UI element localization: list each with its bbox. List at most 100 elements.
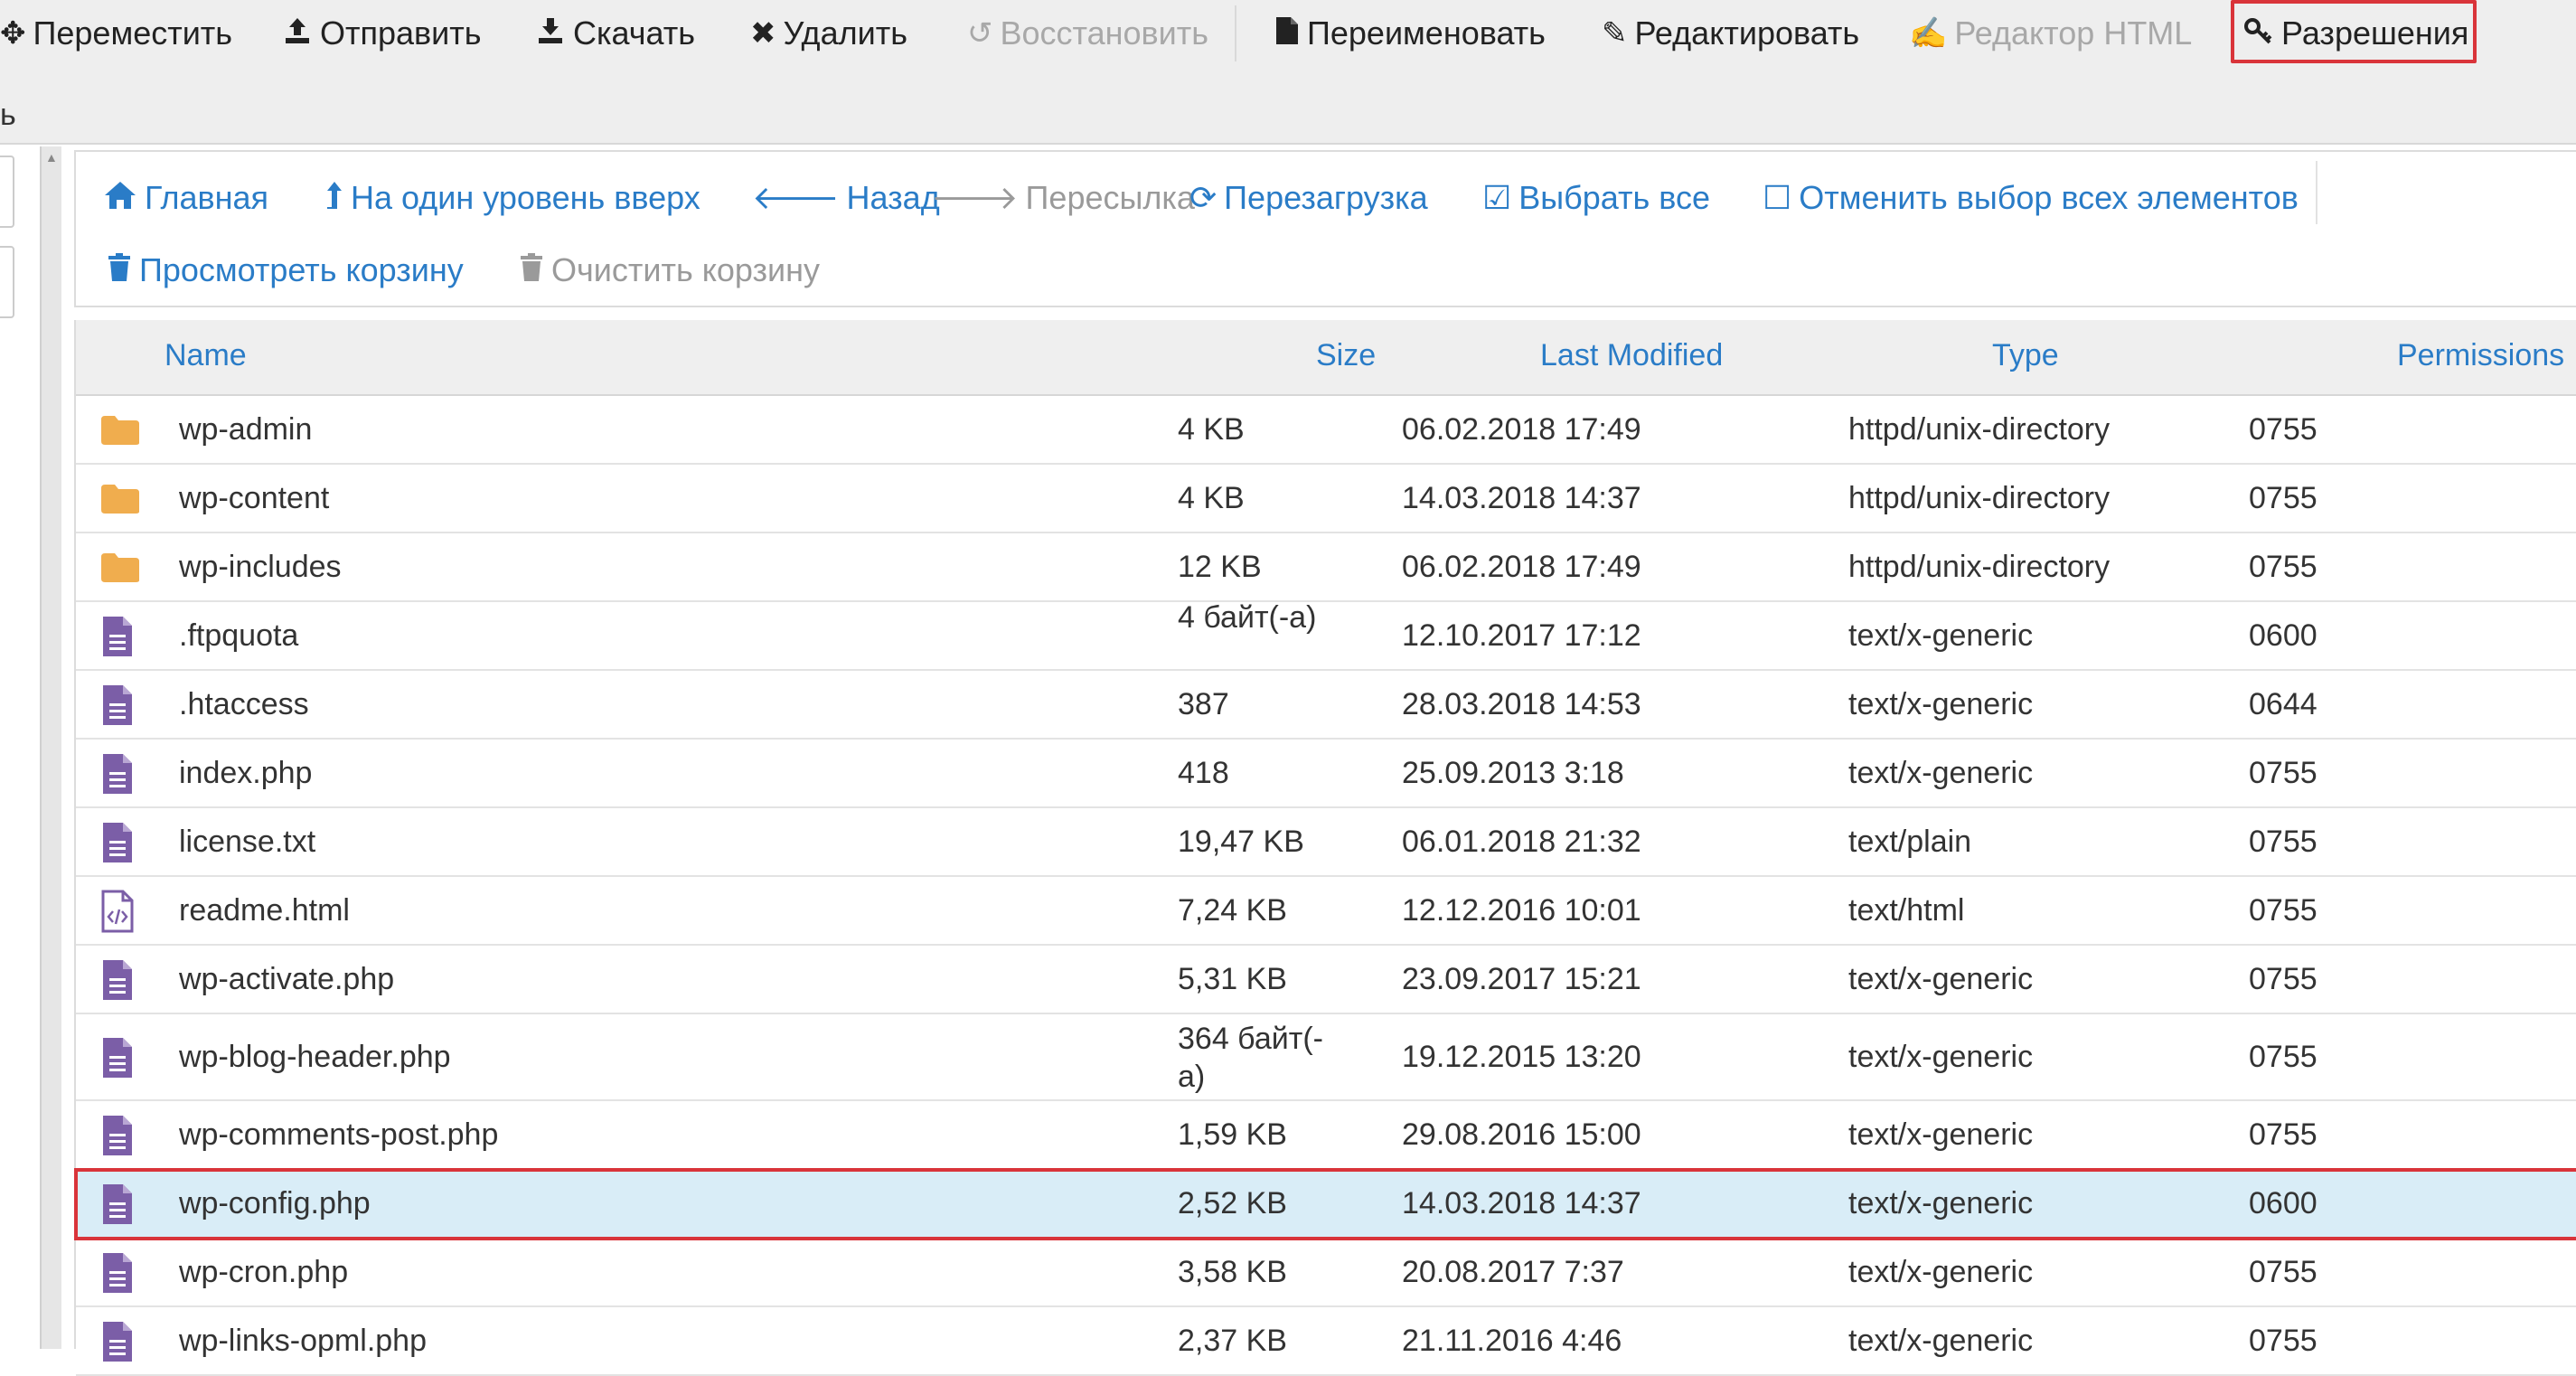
- view-trash-button[interactable]: Просмотреть корзину: [107, 248, 464, 293]
- file-type-cell: text/x-generic: [1848, 1324, 2034, 1358]
- file-permissions-cell: 0755: [2249, 1255, 2317, 1289]
- folder-icon: [99, 551, 141, 589]
- scroll-up-icon[interactable]: ▲: [45, 150, 58, 165]
- file-size-cell: 5,31 KB: [1178, 962, 1287, 996]
- table-row[interactable]: wp-content 4 KB 14.03.2018 14:37 httpd/unix…: [76, 465, 2576, 533]
- file-modified-cell: 25.09.2013 3:18: [1402, 756, 1624, 790]
- file-modified-cell: 20.08.2017 7:37: [1402, 1255, 1624, 1289]
- file-permissions-cell: 0755: [2249, 412, 2317, 447]
- file-name-cell: wp-includes: [179, 550, 342, 584]
- file-modified-cell: 14.03.2018 14:37: [1402, 481, 1641, 515]
- column-header-type[interactable]: Type: [1992, 338, 2059, 373]
- trash-icon: [519, 252, 544, 288]
- refresh-icon: ⟳: [1189, 179, 1217, 216]
- back-button[interactable]: 🡐 Назад: [752, 175, 940, 221]
- text-file-icon: [99, 683, 136, 731]
- file-permissions-cell: 0755: [2249, 1324, 2317, 1358]
- table-row[interactable]: index.php 418 25.09.2013 3:18 text/x-generi…: [76, 740, 2576, 808]
- restore-button[interactable]: ↺ Восстановить: [967, 0, 1208, 67]
- column-header-last-modified[interactable]: Last Modified: [1540, 338, 1723, 373]
- edit-label: Редактировать: [1634, 14, 1860, 52]
- check-square-icon: ☑: [1482, 179, 1512, 216]
- file-name-cell: wp-config.php: [179, 1186, 371, 1220]
- up-one-level-label: На один уровень вверх: [351, 179, 700, 216]
- file-type-cell: text/x-generic: [1848, 1255, 2034, 1289]
- file-type-cell: text/plain: [1848, 825, 1972, 859]
- level-up-icon: [325, 180, 343, 216]
- empty-trash-button[interactable]: Очистить корзину: [519, 248, 820, 293]
- table-row[interactable]: license.txt 19,47 KB 06.01.2018 21:32 text/…: [76, 808, 2576, 877]
- file-type-cell: text/x-generic: [1848, 1117, 2034, 1152]
- file-size-cell: 4 KB: [1178, 412, 1245, 447]
- download-button[interactable]: Скачать: [535, 0, 695, 67]
- file-name-cell: wp-links-opml.php: [179, 1324, 427, 1358]
- file-type-cell: text/x-generic: [1848, 1040, 2034, 1074]
- file-name-cell: license.txt: [179, 825, 316, 859]
- home-button[interactable]: Главная: [103, 175, 268, 221]
- table-row[interactable]: wp-activate.php 5,31 KB 23.09.2017 15:21 te…: [76, 946, 2576, 1014]
- home-icon: [103, 180, 137, 216]
- left-tree-panel: [0, 146, 74, 1349]
- tree-control[interactable]: [0, 156, 14, 228]
- file-type-cell: text/x-generic: [1848, 687, 2034, 721]
- table-row[interactable]: .ftpquota 4 байт(-а) 12.10.2017 17:12 text/…: [76, 600, 2576, 671]
- column-header-name[interactable]: Name: [165, 338, 247, 373]
- file-name-cell: wp-content: [179, 481, 330, 515]
- deselect-all-button[interactable]: ☐ Отменить выбор всех элементов: [1763, 175, 2299, 221]
- folder-icon: [99, 483, 141, 520]
- table-row[interactable]: .htaccess 387 28.03.2018 14:53 text/x-gener…: [76, 671, 2576, 740]
- file-size-cell: 12 KB: [1178, 550, 1262, 584]
- file-name-cell: wp-comments-post.php: [179, 1117, 499, 1152]
- text-file-icon: [99, 821, 136, 869]
- file-permissions-cell: 0755: [2249, 1117, 2317, 1152]
- file-modified-cell: 21.11.2016 4:46: [1402, 1324, 1622, 1358]
- deselect-all-label: Отменить выбор всех элементов: [1799, 179, 2299, 216]
- up-one-level-button[interactable]: На один уровень вверх: [325, 175, 700, 221]
- edit-button[interactable]: ✎ Редактировать: [1602, 0, 1859, 67]
- table-row[interactable]: wp-comments-post.php 1,59 KB 29.08.2016 15…: [76, 1101, 2576, 1170]
- move-button[interactable]: ✥ Переместить: [0, 0, 232, 67]
- file-name-cell: wp-admin: [179, 412, 313, 447]
- file-permissions-cell: 0644: [2249, 687, 2317, 721]
- upload-button[interactable]: Отправить: [282, 0, 482, 67]
- column-header-permissions[interactable]: Permissions: [2397, 338, 2564, 373]
- file-modified-cell: 28.03.2018 14:53: [1402, 687, 1641, 721]
- html-editor-button[interactable]: ✍ Редактор HTML: [1909, 0, 2192, 67]
- file-modified-cell: 23.09.2017 15:21: [1402, 962, 1641, 996]
- html-editor-label: Редактор HTML: [1954, 14, 2193, 52]
- text-file-icon: [99, 615, 136, 663]
- table-row[interactable]: wp-links-opml.php 2,37 KB 21.11.2016 4:46 t…: [76, 1307, 2576, 1376]
- table-row[interactable]: wp-blog-header.php 364 байт(-а) 19.12.2015…: [76, 1014, 2576, 1101]
- file-permissions-cell: 0755: [2249, 893, 2317, 928]
- file-table: Name Size Last Modified Type Permissions…: [74, 320, 2576, 1376]
- table-header: Name Size Last Modified Type Permissions: [76, 320, 2576, 396]
- file-name-cell: .htaccess: [179, 687, 309, 721]
- download-icon: [535, 15, 566, 52]
- table-row[interactable]: wp-includes 12 KB 06.02.2018 17:49 httpd/un…: [76, 533, 2576, 602]
- column-header-size[interactable]: Size: [1316, 338, 1376, 373]
- arrow-left-icon: 🡐: [752, 179, 840, 216]
- folder-icon: [99, 414, 141, 451]
- select-all-button[interactable]: ☑ Выбрать все: [1482, 175, 1710, 221]
- delete-button[interactable]: ✖ Удалить: [750, 0, 907, 67]
- file-type-cell: httpd/unix-directory: [1848, 550, 2111, 584]
- file-size-cell: 7,24 KB: [1178, 893, 1287, 928]
- table-row[interactable]: wp-config.php 2,52 KB 14.03.2018 14:37 text…: [76, 1170, 2576, 1239]
- table-row[interactable]: wp-admin 4 KB 06.02.2018 17:49 httpd/unix-d…: [76, 396, 2576, 465]
- forward-button[interactable]: 🡒 Пересылка: [931, 175, 1195, 221]
- trash-icon: [107, 252, 132, 288]
- table-row[interactable]: wp-cron.php 3,58 KB 20.08.2017 7:37 text/x-…: [76, 1239, 2576, 1307]
- file-modified-cell: 06.02.2018 17:49: [1402, 550, 1641, 584]
- file-modified-cell: 06.02.2018 17:49: [1402, 412, 1641, 447]
- view-trash-label: Просмотреть корзину: [139, 251, 464, 288]
- file-size-cell: 418: [1178, 756, 1229, 790]
- rename-button[interactable]: Переименовать: [1274, 0, 1546, 67]
- tree-control[interactable]: [0, 246, 14, 318]
- reload-button[interactable]: ⟳ Перезагрузка: [1189, 175, 1428, 221]
- file-size-cell: 3,58 KB: [1178, 1255, 1287, 1289]
- scrollbar[interactable]: ▲: [40, 146, 61, 1349]
- file-type-cell: httpd/unix-directory: [1848, 481, 2111, 515]
- file-manager-toolbar: ✥ Переместить Отправить Скачать ✖ Удалит…: [0, 0, 2576, 145]
- table-row[interactable]: readme.html 7,24 KB 12.12.2016 10:01 text/h…: [76, 877, 2576, 946]
- reload-label: Перезагрузка: [1224, 179, 1428, 216]
